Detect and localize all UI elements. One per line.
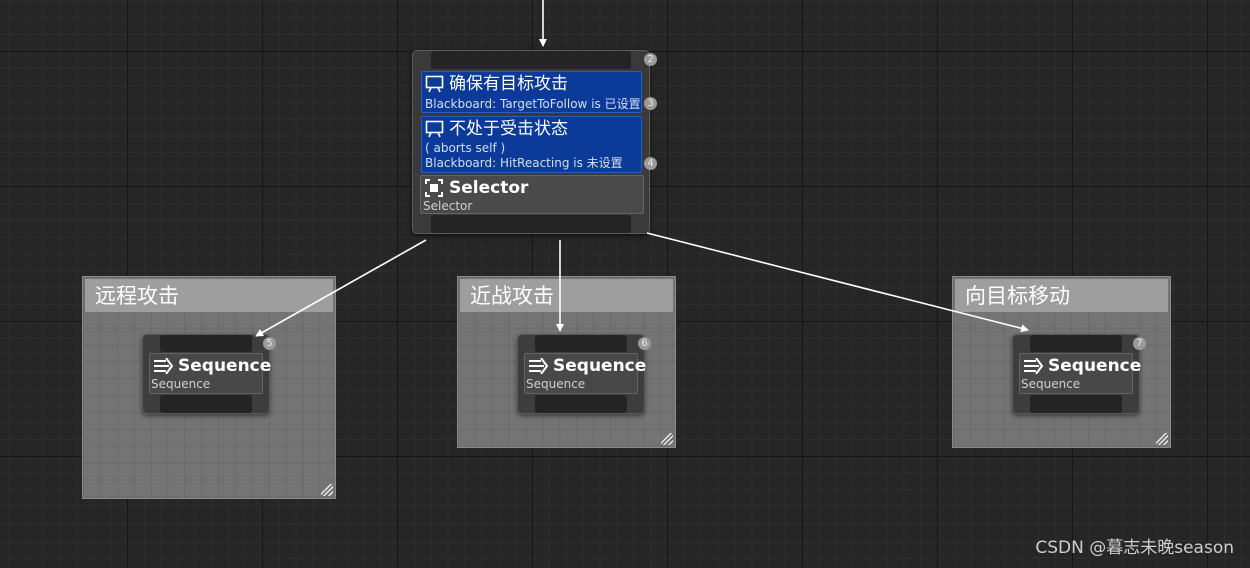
sequence-composite[interactable]: Sequence Sequence	[149, 353, 271, 394]
execution-index-badge: 4	[644, 157, 657, 170]
decorator-target-check[interactable]: 确保有目标攻击 Blackboard: TargetToFollow is 已设…	[421, 71, 642, 113]
composite-title: Sequence	[178, 356, 272, 376]
composite-title: Sequence	[553, 356, 647, 376]
decorator-abort-mode: ( aborts self )	[425, 141, 506, 155]
composite-title-row: Sequence	[1023, 356, 1141, 376]
decorator-title: 不处于受击状态	[449, 119, 568, 139]
decorator-description: Blackboard: HitReacting is 未设置	[425, 156, 623, 170]
composite-subtitle: Sequence	[151, 377, 211, 391]
resize-handle-icon[interactable]	[1156, 433, 1168, 445]
output-pin[interactable]	[535, 395, 627, 413]
resize-handle-icon[interactable]	[661, 433, 673, 445]
sequence-composite[interactable]: Sequence Sequence	[524, 353, 646, 394]
composite-title: Sequence	[1048, 356, 1142, 376]
composite-title-row: Selector	[425, 178, 528, 198]
sequence-icon	[154, 358, 173, 374]
input-pin[interactable]	[160, 335, 252, 352]
sequence-node[interactable]: Sequence Sequence 6	[517, 334, 651, 414]
composite-title: Selector	[449, 178, 529, 198]
selector-node[interactable]: 2 确保有目标攻击 Blackboard: TargetToFollow is …	[412, 50, 657, 234]
execution-index-badge: 2	[644, 53, 657, 66]
composite-subtitle: Selector	[423, 199, 473, 213]
input-pin[interactable]	[431, 51, 631, 69]
decorator-title: 确保有目标攻击	[449, 74, 568, 94]
output-pin[interactable]	[1030, 395, 1122, 413]
composite-title-row: Sequence	[153, 356, 271, 376]
sequence-icon	[529, 358, 548, 374]
decorator-title-row: 不处于受击状态	[425, 119, 568, 139]
composite-title-row: Sequence	[528, 356, 646, 376]
output-pin[interactable]	[431, 215, 631, 233]
input-pin[interactable]	[535, 335, 627, 352]
decorator-title-row: 确保有目标攻击	[425, 74, 568, 94]
input-pin[interactable]	[1030, 335, 1122, 352]
execution-index-badge: 7	[1133, 337, 1146, 350]
composite-subtitle: Sequence	[1021, 377, 1081, 391]
selector-icon	[425, 179, 443, 197]
comment-title[interactable]: 向目标移动	[955, 279, 1168, 312]
composite-subtitle: Sequence	[526, 377, 586, 391]
decorator-icon	[425, 120, 444, 138]
decorator-hit-react-check[interactable]: 不处于受击状态 ( aborts self ) Blackboard: HitR…	[421, 116, 642, 173]
comment-title[interactable]: 近战攻击	[460, 279, 673, 312]
sequence-node[interactable]: Sequence Sequence 5	[142, 334, 276, 414]
execution-index-badge: 5	[263, 337, 276, 350]
execution-index-badge: 6	[638, 337, 651, 350]
execution-index-badge: 3	[644, 97, 657, 110]
decorator-description: Blackboard: TargetToFollow is 已设置	[425, 97, 641, 111]
resize-handle-icon[interactable]	[321, 484, 333, 496]
output-pin[interactable]	[160, 395, 252, 413]
decorator-icon	[425, 75, 444, 93]
sequence-icon	[1024, 358, 1043, 374]
watermark: CSDN @暮志未晚season	[1035, 538, 1234, 558]
sequence-composite[interactable]: Sequence Sequence	[1019, 353, 1141, 394]
comment-title[interactable]: 远程攻击	[85, 279, 333, 312]
sequence-node[interactable]: Sequence Sequence 7	[1012, 334, 1146, 414]
selector-composite[interactable]: Selector Selector	[420, 175, 644, 214]
